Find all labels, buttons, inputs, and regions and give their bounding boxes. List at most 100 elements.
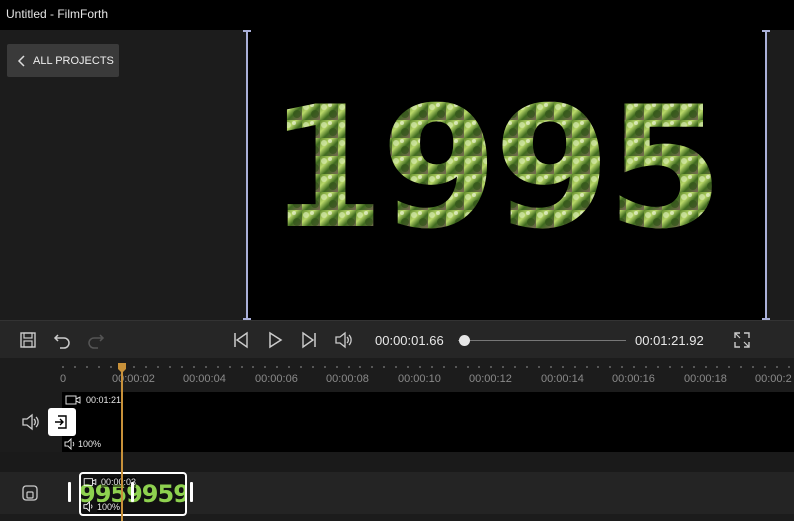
ruler-tick-dot [276, 366, 278, 368]
clip-left-trim-handle[interactable] [68, 482, 71, 502]
ruler-tick-dot [181, 366, 183, 368]
clip-split-handle[interactable] [131, 482, 134, 502]
playback-controls: 00:00:01.66 00:01:21.92 [0, 320, 794, 359]
ruler-tick-dot [562, 366, 564, 368]
total-time: 00:01:21.92 [635, 333, 704, 348]
right-panel [766, 30, 794, 320]
ruler-tick-dot [669, 366, 671, 368]
ruler-tick-dot [288, 366, 290, 368]
save-icon[interactable] [18, 330, 38, 350]
ruler-tick-dot [407, 366, 409, 368]
ruler-tick-dot [205, 366, 207, 368]
ruler-tick-dot [538, 366, 540, 368]
ruler-tick-dot [395, 366, 397, 368]
ruler-tick-dot [110, 366, 112, 368]
video-camera-icon [65, 395, 81, 405]
ruler-tick-dot [300, 366, 302, 368]
ruler-tick-dot [752, 366, 754, 368]
ruler-tick-dot [764, 366, 766, 368]
clip-speaker-icon [83, 501, 93, 512]
ruler-label: 00:00:08 [326, 373, 369, 385]
ruler-tick-dot [526, 366, 528, 368]
skip-forward-icon[interactable] [299, 330, 319, 350]
ruler-tick-dot [645, 366, 647, 368]
ruler-tick-dot [217, 366, 219, 368]
ruler-tick-dot [312, 366, 314, 368]
import-icon [55, 415, 67, 429]
undo-icon[interactable] [52, 330, 72, 350]
redo-icon[interactable] [86, 330, 106, 350]
ruler-tick-dot [681, 366, 683, 368]
ruler-tick-dot [133, 366, 135, 368]
overlay-track-icon[interactable] [21, 484, 39, 502]
ruler-tick-dot [550, 366, 552, 368]
ruler-tick-dot [336, 366, 338, 368]
track-volume-icon[interactable] [20, 412, 40, 432]
ruler-tick-dot [383, 366, 385, 368]
ruler-label: 00:00:14 [541, 373, 584, 385]
audio-track-duration: 00:01:21 [86, 395, 122, 405]
ruler-label: 00:00:04 [183, 373, 226, 385]
ruler-label: 00:00:06 [255, 373, 298, 385]
ruler-tick-dot [98, 366, 100, 368]
ruler-tick-dot [86, 366, 88, 368]
ruler-tick-dot [705, 366, 707, 368]
volume-icon[interactable] [333, 330, 353, 350]
chevron-left-icon [17, 54, 25, 67]
ruler-tick-dot [419, 366, 421, 368]
ruler-label: 0 [60, 373, 67, 385]
ruler-tick-dot [324, 366, 326, 368]
add-audio-button[interactable] [48, 408, 76, 436]
clip-right-trim-handle[interactable] [190, 482, 193, 502]
track-separator [0, 452, 794, 472]
timeline-scrubber-track[interactable] [458, 340, 626, 341]
ruler-tick-dot [621, 366, 623, 368]
ruler-tick-dot [431, 366, 433, 368]
ruler-tick-dot [502, 366, 504, 368]
ruler-tick-dot [586, 366, 588, 368]
all-projects-button[interactable]: ALL PROJECTS [7, 44, 119, 77]
ruler-tick-dot [169, 366, 171, 368]
audio-track-lane[interactable] [62, 392, 794, 452]
ruler-tick-dot [443, 366, 445, 368]
right-crop-marker[interactable] [762, 30, 770, 320]
ruler-tick-dot [728, 366, 730, 368]
ruler-tick-dot [574, 366, 576, 368]
preview-text-graphic: 1995 [268, 70, 724, 266]
current-time: 00:00:01.66 [375, 333, 444, 348]
audio-track-volume: 100% [78, 439, 102, 449]
timeline-scrubber-handle[interactable] [459, 335, 470, 346]
ruler-tick-dot [776, 366, 778, 368]
video-preview[interactable]: 1995 [248, 30, 766, 320]
ruler-tick-dot [478, 366, 480, 368]
ruler-tick-dot [716, 366, 718, 368]
ruler-tick-dot [241, 366, 243, 368]
clip-volume: 100% [97, 502, 121, 512]
skip-back-icon[interactable] [231, 330, 251, 350]
clip-camera-icon [83, 478, 97, 486]
fullscreen-icon[interactable] [732, 330, 752, 350]
ruler-tick-dot [657, 366, 659, 368]
preview-year-text: 1995 [268, 70, 720, 266]
ruler-label: 00:00:18 [684, 373, 727, 385]
ruler-tick-dot [633, 366, 635, 368]
ruler-label: 00:00:12 [469, 373, 512, 385]
ruler-tick-dot [740, 366, 742, 368]
ruler-tick-dot [157, 366, 159, 368]
ruler-tick-dot [193, 366, 195, 368]
ruler-tick-dot [348, 366, 350, 368]
window-title: Untitled - FilmForth [6, 7, 109, 21]
ruler-tick-dot [229, 366, 231, 368]
ruler-tick-dot [252, 366, 254, 368]
ruler-label: 00:00:16 [612, 373, 655, 385]
playhead-line[interactable] [121, 364, 123, 521]
ruler-tick-dot [490, 366, 492, 368]
ruler-tick-dot [145, 366, 147, 368]
ruler-tick-dot [359, 366, 361, 368]
ruler-tick-dot [597, 366, 599, 368]
ruler-label: 00:00:10 [398, 373, 441, 385]
ruler-tick-dot [264, 366, 266, 368]
ruler-label: 00:00:2 [755, 373, 792, 385]
left-crop-marker[interactable] [243, 30, 251, 320]
play-icon[interactable] [265, 330, 285, 350]
